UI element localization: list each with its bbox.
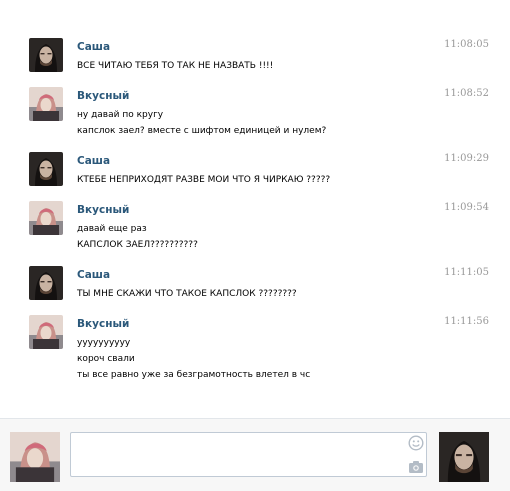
message-body: КТЕБЕ НЕПРИХОДЯТ РАЗВЕ МОИ ЧТО Я ЧИРКАЮ … [77, 172, 437, 188]
message-time: 11:08:05 [444, 39, 489, 50]
message-body: уууууууууу короч свали ты все равно уже … [77, 335, 437, 383]
message-line: уууууууууу [77, 338, 131, 348]
vkusny-avatar[interactable] [29, 87, 63, 121]
message-time: 11:08:52 [444, 88, 489, 99]
message-line: КТЕБЕ НЕПРИХОДЯТ РАЗВЕ МОИ ЧТО Я ЧИРКАЮ … [77, 175, 331, 185]
message-history: Саша 11:08:05 ВСЕ ЧИТАЮ ТЕБЯ ТО ТАК НЕ Н… [0, 0, 510, 418]
message-input[interactable] [70, 432, 427, 477]
message-line: давай еще раз [77, 224, 147, 234]
smiley-icon[interactable] [408, 435, 424, 451]
message-line: ВСЕ ЧИТАЮ ТЕБЯ ТО ТАК НЕ НАЗВАТЬ !!!! [77, 61, 274, 71]
vkusny-avatar[interactable] [29, 315, 63, 349]
message-time: 11:11:05 [444, 267, 489, 278]
message-author[interactable]: Саша [77, 155, 110, 167]
my-avatar[interactable] [10, 432, 60, 482]
sasha-avatar[interactable] [29, 266, 63, 300]
peer-avatar[interactable] [439, 432, 489, 482]
message-composer [0, 418, 510, 491]
message-author[interactable]: Саша [77, 41, 110, 53]
message-author[interactable]: Саша [77, 269, 110, 281]
message-author[interactable]: Вкусный [77, 318, 129, 330]
vkusny-avatar[interactable] [29, 201, 63, 235]
message-time: 11:09:29 [444, 153, 489, 164]
message-body: ну давай по кругу капслок заел? вместе с… [77, 107, 437, 139]
message-line: короч свали [77, 354, 135, 364]
message-body: ВСЕ ЧИТАЮ ТЕБЯ ТО ТАК НЕ НАЗВАТЬ !!!! [77, 58, 437, 74]
message-time: 11:11:56 [444, 316, 489, 327]
message-author[interactable]: Вкусный [77, 90, 129, 102]
message-body: ТЫ МНЕ СКАЖИ ЧТО ТАКОЕ КАПСЛОК ???????? [77, 286, 437, 302]
message-line: ты все равно уже за безграмотность влете… [77, 370, 311, 380]
sasha-avatar[interactable] [29, 152, 63, 186]
message-line: ТЫ МНЕ СКАЖИ ЧТО ТАКОЕ КАПСЛОК ???????? [77, 289, 297, 299]
sasha-avatar[interactable] [29, 38, 63, 72]
message-line: ну давай по кругу [77, 110, 164, 120]
camera-icon[interactable] [408, 460, 424, 474]
message-time: 11:09:54 [444, 202, 489, 213]
message-line: КАПСЛОК ЗАЕЛ?????????? [77, 240, 198, 250]
message-body: давай еще раз КАПСЛОК ЗАЕЛ?????????? [77, 221, 437, 253]
message-author[interactable]: Вкусный [77, 204, 129, 216]
message-line: капслок заел? вместе с шифтом единицей и… [77, 126, 327, 136]
